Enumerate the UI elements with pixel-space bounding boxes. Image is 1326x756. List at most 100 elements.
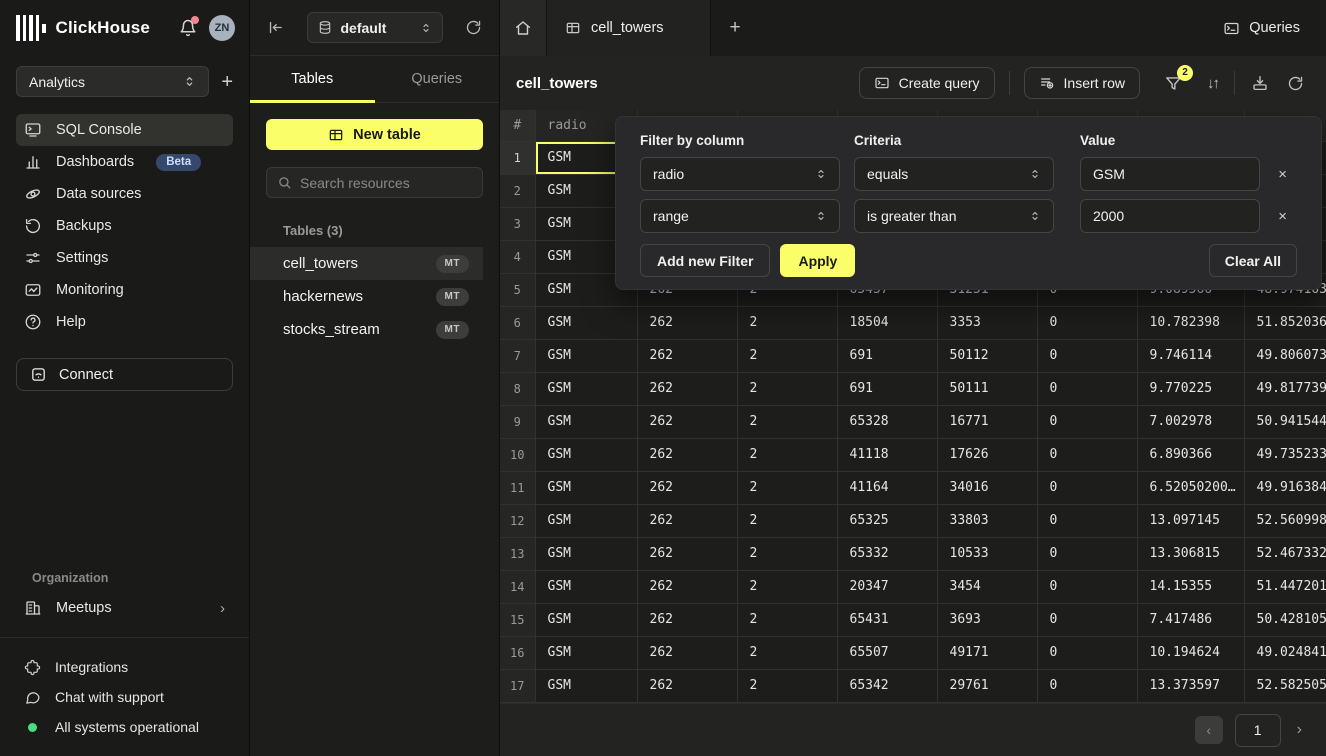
data-cell[interactable]: 0 bbox=[1037, 504, 1137, 537]
data-cell[interactable]: GSM bbox=[535, 306, 637, 339]
sidebar-item-chat-support[interactable]: Chat with support bbox=[16, 682, 233, 712]
data-cell[interactable]: 49.735233 bbox=[1244, 438, 1326, 471]
data-cell[interactable]: 49171 bbox=[937, 636, 1037, 669]
data-cell[interactable]: 3454 bbox=[937, 570, 1037, 603]
data-cell[interactable]: 16771 bbox=[937, 405, 1037, 438]
data-cell[interactable]: 691 bbox=[837, 372, 937, 405]
data-cell[interactable]: 20347 bbox=[837, 570, 937, 603]
data-cell[interactable]: 65328 bbox=[837, 405, 937, 438]
table-list-item-hackernews[interactable]: hackernews MT bbox=[250, 280, 483, 313]
data-cell[interactable]: 65325 bbox=[837, 504, 937, 537]
data-cell[interactable]: 10533 bbox=[937, 537, 1037, 570]
data-cell[interactable]: 49.817739 bbox=[1244, 372, 1326, 405]
data-cell[interactable]: 50.941544 bbox=[1244, 405, 1326, 438]
add-workspace-button[interactable]: + bbox=[221, 72, 233, 92]
refresh-tables-icon[interactable] bbox=[465, 19, 482, 36]
sidebar-item-meetups[interactable]: Meetups › bbox=[16, 593, 233, 623]
data-cell[interactable]: GSM bbox=[535, 504, 637, 537]
data-cell[interactable]: 3353 bbox=[937, 306, 1037, 339]
data-cell[interactable]: 2 bbox=[737, 372, 837, 405]
table-list-item-stocks-stream[interactable]: stocks_stream MT bbox=[250, 313, 483, 346]
data-cell[interactable]: 6.890366 bbox=[1137, 438, 1244, 471]
data-cell[interactable]: 0 bbox=[1037, 537, 1137, 570]
data-cell[interactable]: 34016 bbox=[937, 471, 1037, 504]
data-cell[interactable]: 51.4472015 bbox=[1244, 570, 1326, 603]
data-cell[interactable]: 33803 bbox=[937, 504, 1037, 537]
data-cell[interactable]: 0 bbox=[1037, 471, 1137, 504]
sidebar-item-dashboards[interactable]: Dashboards Beta bbox=[16, 146, 233, 178]
data-cell[interactable]: GSM bbox=[535, 570, 637, 603]
connect-button[interactable]: Connect bbox=[16, 358, 233, 391]
data-cell[interactable]: 17626 bbox=[937, 438, 1037, 471]
tab-tables[interactable]: Tables bbox=[250, 56, 375, 102]
collapse-panel-icon[interactable] bbox=[267, 19, 284, 36]
data-cell[interactable]: 262 bbox=[637, 471, 737, 504]
data-cell[interactable]: GSM bbox=[535, 339, 637, 372]
data-cell[interactable]: 7.002978 bbox=[1137, 405, 1244, 438]
data-cell[interactable]: 262 bbox=[637, 603, 737, 636]
data-cell[interactable]: 2 bbox=[737, 669, 837, 702]
clear-all-filters-button[interactable]: Clear All bbox=[1209, 244, 1297, 277]
data-cell[interactable]: 52.582505 bbox=[1244, 669, 1326, 702]
data-cell[interactable]: 0 bbox=[1037, 636, 1137, 669]
download-icon[interactable] bbox=[1249, 72, 1271, 94]
data-cell[interactable]: 2 bbox=[737, 636, 837, 669]
data-cell[interactable]: 41118 bbox=[837, 438, 937, 471]
filter-funnel-icon[interactable]: 2 bbox=[1162, 72, 1185, 95]
data-cell[interactable]: 262 bbox=[637, 405, 737, 438]
data-cell[interactable]: 2 bbox=[737, 537, 837, 570]
search-resources-input[interactable] bbox=[300, 175, 481, 191]
data-cell[interactable]: 2 bbox=[737, 306, 837, 339]
data-cell[interactable]: GSM bbox=[535, 405, 637, 438]
data-cell[interactable]: 52.4673325 bbox=[1244, 537, 1326, 570]
data-cell[interactable]: 262 bbox=[637, 504, 737, 537]
data-cell[interactable]: 262 bbox=[637, 306, 737, 339]
data-cell[interactable]: 0 bbox=[1037, 669, 1137, 702]
data-cell[interactable]: 0 bbox=[1037, 603, 1137, 636]
sidebar-item-backups[interactable]: Backups bbox=[16, 210, 233, 242]
data-cell[interactable]: 2 bbox=[737, 405, 837, 438]
home-tab-button[interactable] bbox=[500, 0, 547, 56]
data-cell[interactable]: 262 bbox=[637, 570, 737, 603]
filter-criteria-select[interactable]: is greater than bbox=[854, 199, 1054, 233]
data-cell[interactable]: 50111 bbox=[937, 372, 1037, 405]
refresh-data-icon[interactable] bbox=[1285, 73, 1306, 94]
filter-value-input[interactable] bbox=[1080, 157, 1260, 191]
data-cell[interactable]: 0 bbox=[1037, 438, 1137, 471]
data-cell[interactable]: 50112 bbox=[937, 339, 1037, 372]
remove-filter-icon[interactable]: × bbox=[1278, 208, 1287, 225]
data-cell[interactable]: 52.560998 bbox=[1244, 504, 1326, 537]
sidebar-item-data-sources[interactable]: Data sources bbox=[16, 178, 233, 210]
data-cell[interactable]: 49.806073 bbox=[1244, 339, 1326, 372]
previous-page-button[interactable]: ‹ bbox=[1195, 716, 1223, 744]
data-cell[interactable]: 691 bbox=[837, 339, 937, 372]
queries-button[interactable]: Queries bbox=[1223, 20, 1300, 37]
data-cell[interactable]: 262 bbox=[637, 438, 737, 471]
sidebar-item-settings[interactable]: Settings bbox=[16, 242, 233, 274]
data-cell[interactable]: 13.097145 bbox=[1137, 504, 1244, 537]
sort-icon[interactable]: ↓↑ bbox=[1205, 73, 1220, 94]
data-cell[interactable]: 65342 bbox=[837, 669, 937, 702]
data-cell[interactable]: 2 bbox=[737, 471, 837, 504]
data-cell[interactable]: 9.746114 bbox=[1137, 339, 1244, 372]
new-tab-button[interactable]: + bbox=[711, 0, 759, 56]
data-cell[interactable]: 262 bbox=[637, 537, 737, 570]
data-cell[interactable]: GSM bbox=[535, 438, 637, 471]
workspace-selector[interactable]: Analytics bbox=[16, 66, 209, 97]
filter-column-select[interactable]: radio bbox=[640, 157, 840, 191]
add-new-filter-button[interactable]: Add new Filter bbox=[640, 244, 770, 277]
data-cell[interactable]: 49.024841 bbox=[1244, 636, 1326, 669]
insert-row-button[interactable]: Insert row bbox=[1024, 67, 1140, 99]
data-cell[interactable]: 29761 bbox=[937, 669, 1037, 702]
data-cell[interactable]: 13.373597 bbox=[1137, 669, 1244, 702]
data-cell[interactable]: GSM bbox=[535, 372, 637, 405]
data-cell[interactable]: 51.852036 bbox=[1244, 306, 1326, 339]
system-status-row[interactable]: All systems operational bbox=[16, 712, 233, 742]
filter-value-input[interactable] bbox=[1080, 199, 1260, 233]
data-cell[interactable]: 0 bbox=[1037, 372, 1137, 405]
sidebar-item-help[interactable]: Help bbox=[16, 306, 233, 338]
avatar[interactable]: ZN bbox=[209, 15, 235, 41]
data-cell[interactable]: 262 bbox=[637, 339, 737, 372]
data-cell[interactable]: 262 bbox=[637, 669, 737, 702]
data-cell[interactable]: 0 bbox=[1037, 570, 1137, 603]
